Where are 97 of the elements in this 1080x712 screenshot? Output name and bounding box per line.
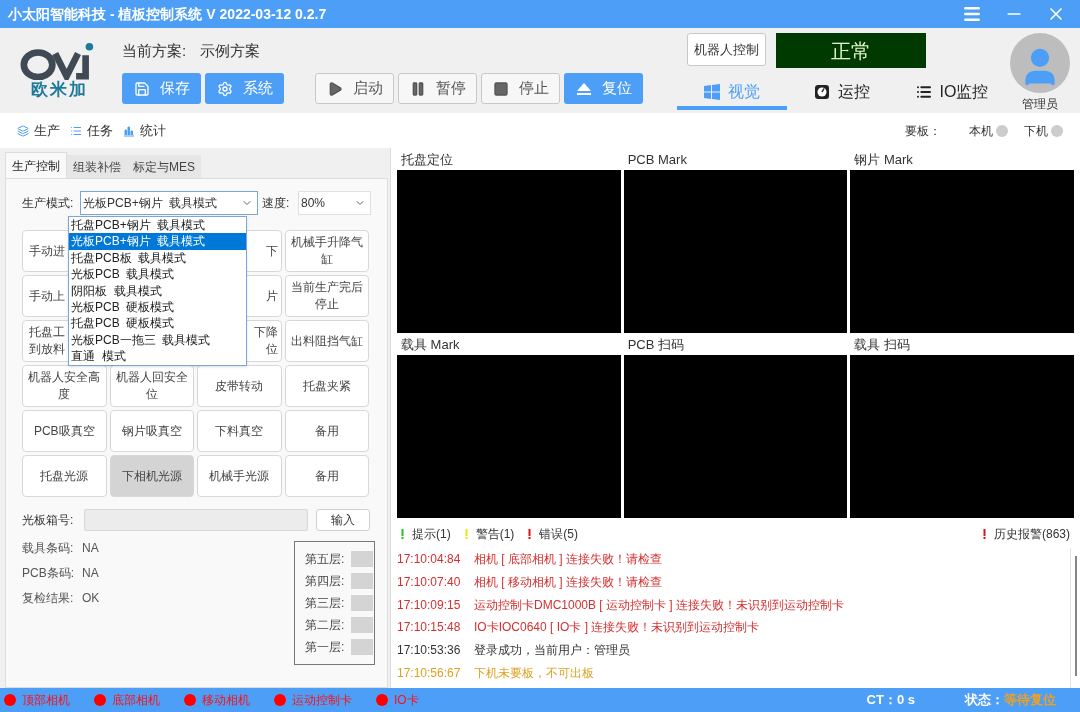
control-button[interactable]: PCB吸真空: [22, 410, 107, 452]
layer-label: 第四层:: [305, 573, 346, 590]
state-value: 等待复位: [1004, 691, 1056, 710]
layer-label: 第三层:: [305, 595, 346, 612]
view-tab[interactable]: IO监控: [897, 78, 1007, 110]
user-name: 管理员: [1022, 96, 1058, 113]
log-message: IO卡IOC0640 [ IO卡 ] 连接失败！未识别到运动控制卡: [474, 619, 760, 637]
nav-item[interactable]: 生产: [17, 120, 60, 141]
cycle-time: CT：0 s: [866, 691, 915, 710]
state-label: 状态：: [965, 691, 1004, 710]
log-message: 相机 [ 底部相机 ] 连接失败！请检查: [474, 551, 662, 569]
avatar[interactable]: [1010, 33, 1070, 93]
device-label: 顶部相机: [22, 692, 70, 709]
control-button[interactable]: 托盘夹紧: [284, 365, 369, 407]
panel-tab[interactable]: 生产控制: [5, 152, 67, 178]
field-label: 载具条码:: [22, 539, 75, 557]
field-label: 复检结果:: [22, 589, 75, 607]
control-button[interactable]: 机械手光源: [197, 455, 282, 497]
status-display: 正常: [776, 33, 926, 68]
nav-item[interactable]: 统计: [123, 120, 166, 141]
log-filter[interactable]: 错误(5): [528, 525, 578, 543]
list-icon: [70, 124, 82, 137]
panel-tab[interactable]: 标定与MES: [127, 155, 201, 178]
layer-label: 第一层:: [305, 639, 346, 656]
control-button[interactable]: 钢片吸真空: [109, 410, 194, 452]
stop-icon: [492, 80, 509, 97]
field-label: PCB条码:: [22, 564, 75, 582]
control-button[interactable]: 备用: [284, 410, 369, 452]
indicator-label: 本机: [969, 122, 993, 140]
field-value: NA: [82, 564, 99, 582]
camera-title: 载具 Mark: [400, 336, 461, 354]
log-message: 相机 [ 移动相机 ] 连接失败！请检查: [474, 574, 662, 592]
control-button[interactable]: 备用: [284, 455, 369, 497]
history-alarm-button[interactable]: 历史报警(863): [983, 525, 1070, 543]
device-label: 运动控制卡: [292, 692, 352, 709]
log-time: 17:10:09:15: [397, 596, 462, 614]
input-button[interactable]: 输入: [316, 509, 370, 531]
layers-icon: [17, 124, 29, 137]
panel-tab[interactable]: 组装补偿: [67, 155, 127, 178]
control-button[interactable]: 皮带转动: [197, 365, 282, 407]
box-number-field[interactable]: [84, 509, 308, 531]
camera-title: 钢片 Mark: [853, 151, 914, 169]
settings-icon: [216, 80, 233, 97]
list-icon: [915, 84, 932, 100]
log-time: 17:10:15:48: [397, 619, 462, 637]
control-button[interactable]: 机械手升降气缸: [284, 230, 369, 272]
control-button[interactable]: 机器人安全高度: [22, 365, 107, 407]
plan-label: 当前方案:: [122, 41, 187, 61]
field-value: NA: [82, 539, 99, 557]
toolbar-button[interactable]: 暂停: [398, 73, 477, 104]
save-icon: [133, 80, 150, 97]
camera-title: 载具 扫码: [853, 336, 911, 354]
control-button[interactable]: 下相机光源: [109, 455, 194, 497]
control-button[interactable]: 托盘光源: [22, 455, 107, 497]
log-time: 17:10:07:40: [397, 574, 462, 592]
gauge-icon: [814, 84, 830, 100]
box-number-label: 光板箱号:: [22, 512, 75, 529]
mode-label: 生产模式:: [22, 195, 75, 212]
field-value: OK: [82, 589, 100, 607]
camera-title: PCB 扫码: [626, 336, 685, 354]
menu-icon[interactable]: [962, 4, 982, 24]
nav-item[interactable]: 任务: [70, 120, 113, 141]
log-time: 17:10:04:84: [397, 551, 462, 569]
control-button[interactable]: 机器人回安全位: [109, 365, 194, 407]
device-label: IO卡: [394, 692, 419, 709]
log-filter[interactable]: 警告(1): [464, 525, 515, 543]
windows-icon: [704, 84, 720, 100]
logo-text: 欧米加: [30, 79, 88, 100]
indicator-label: 下机: [1024, 122, 1048, 140]
log-time: 17:10:56:67: [397, 664, 462, 682]
log-message: 运动控制卡DMC1000B [ 运动控制卡 ] 连接失败！未识别到运动控制卡: [474, 596, 845, 614]
camera-title: 托盘定位: [400, 151, 454, 169]
dropdown-option[interactable]: 光板PCB+钢片 载具模式: [69, 233, 246, 250]
layer-label: 第二层:: [305, 617, 346, 634]
view-tab[interactable]: 运控: [787, 78, 897, 110]
log-filter[interactable]: 提示(1): [401, 525, 451, 543]
robot-control-button[interactable]: 机器人控制: [687, 33, 766, 66]
control-button[interactable]: 出料阻挡气缸: [284, 320, 369, 362]
toolbar-button[interactable]: 启动: [315, 73, 394, 104]
board-label: 要板：: [905, 122, 941, 140]
layer-label: 第五层:: [305, 551, 346, 568]
window-title: 小太阳智能科技 - 植板控制系统 V 2022-03-12 0.2.7: [8, 4, 327, 24]
log-message: 下机未要板，不可出板: [474, 664, 594, 682]
control-button[interactable]: 下料真空: [197, 410, 282, 452]
speed-label: 速度:: [262, 195, 291, 212]
speed-dropdown[interactable]: 80%: [298, 191, 371, 215]
bar-chart-icon: [123, 124, 135, 137]
plan-value: 示例方案: [200, 41, 261, 61]
mode-dropdown[interactable]: 光板PCB+钢片 载具模式: [80, 191, 258, 215]
log-message: 登录成功，当前用户：管理员: [474, 642, 630, 660]
device-label: 底部相机: [112, 692, 160, 709]
camera-title: PCB Mark: [626, 151, 688, 169]
device-label: 移动相机: [202, 692, 250, 709]
exclamation-icon: [983, 529, 986, 539]
control-button[interactable]: 当前生产完后停止: [284, 275, 369, 317]
log-time: 17:10:53:36: [397, 642, 462, 660]
toolbar-button[interactable]: 停止: [481, 73, 560, 104]
